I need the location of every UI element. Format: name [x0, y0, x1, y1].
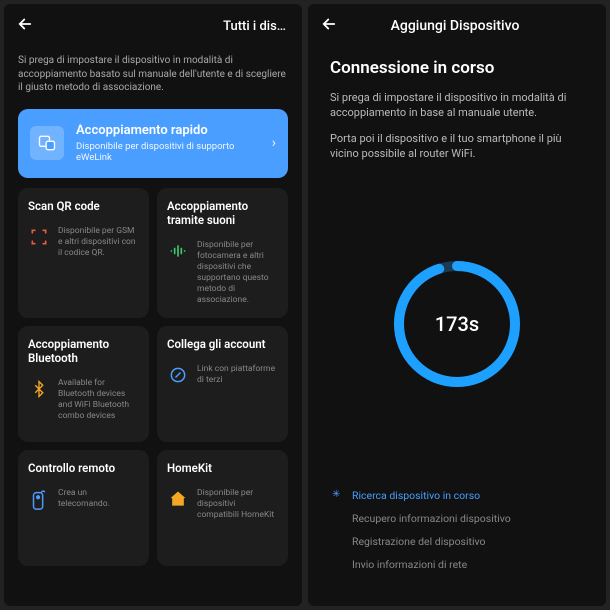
steps-list: Ricerca dispositivo in corso Recupero in…: [330, 484, 584, 596]
qr-icon: [28, 226, 50, 247]
header-title: Aggiungi Dispositivo: [308, 18, 606, 34]
option-remote[interactable]: Controllo remoto Crea un telecomando.: [18, 450, 149, 566]
intro-text: Si prega di impostare il dispositivo in …: [4, 48, 302, 105]
header-title[interactable]: Tutti i dis…: [40, 19, 290, 34]
remote-icon: [28, 488, 50, 511]
screen-connecting: Aggiungi Dispositivo Connessione in cors…: [308, 4, 606, 606]
option-desc: Disponibile per fotocamera e altri dispo…: [197, 240, 278, 306]
step-searching: Ricerca dispositivo in corso: [330, 484, 584, 507]
back-arrow-icon[interactable]: [320, 15, 344, 38]
option-desc: Available for Bluetooth devices and WiFi…: [58, 378, 139, 422]
progress-ring: 173s: [389, 256, 525, 392]
option-desc: Link con piattaforme di terzi: [197, 364, 278, 386]
option-title: Accoppiamento tramite suoni: [167, 200, 278, 228]
connecting-para1: Si prega di impostare il dispositivo in …: [330, 90, 584, 121]
quick-pairing-sub: Disponibile per dispositivi di supporto …: [76, 141, 260, 165]
option-homekit[interactable]: HomeKit Disponibile per dispositivi comp…: [157, 450, 288, 566]
quick-pairing-icon: [30, 126, 64, 160]
header: Tutti i dis…: [4, 4, 302, 48]
sound-icon: [167, 240, 189, 261]
progress-ring-wrap: 173s: [330, 178, 584, 470]
step-send-network: Invio informazioni di rete: [330, 553, 584, 576]
connecting-para2: Porta poi il dispositivo e il tuo smartp…: [330, 131, 584, 162]
option-title: Scan QR code: [28, 200, 139, 214]
option-sound[interactable]: Accoppiamento tramite suoni Disponibile …: [157, 188, 288, 318]
quick-pairing-card[interactable]: Accoppiamento rapido Disponibile per dis…: [18, 109, 288, 179]
option-bluetooth[interactable]: Accoppiamento Bluetooth Available for Bl…: [18, 326, 149, 442]
chevron-right-icon: ›: [272, 135, 276, 151]
option-title: HomeKit: [167, 462, 278, 476]
home-icon: [167, 488, 189, 509]
link-icon: [167, 364, 189, 385]
option-qr[interactable]: Scan QR code Disponibile per GSM e altri…: [18, 188, 149, 318]
quick-pairing-text: Accoppiamento rapido Disponibile per dis…: [76, 123, 260, 165]
options-grid: Scan QR code Disponibile per GSM e altri…: [4, 188, 302, 580]
option-desc: Disponibile per dispositivi compatibili …: [197, 488, 278, 521]
bluetooth-icon: [28, 378, 50, 399]
quick-pairing-title: Accoppiamento rapido: [76, 123, 260, 138]
option-desc: Crea un telecomando.: [58, 488, 139, 510]
step-register: Registrazione del dispositivo: [330, 530, 584, 553]
back-arrow-icon[interactable]: [16, 15, 40, 38]
screen-add-device-methods: Tutti i dis… Si prega di impostare il di…: [4, 4, 302, 606]
step-retrieve-info: Recupero informazioni dispositivo: [330, 507, 584, 530]
option-title: Accoppiamento Bluetooth: [28, 338, 139, 366]
option-desc: Disponibile per GSM e altri dispositivi …: [58, 226, 139, 259]
connecting-heading: Connessione in corso: [330, 58, 584, 78]
option-title: Controllo remoto: [28, 462, 139, 476]
option-link-account[interactable]: Collega gli account Link con piattaforme…: [157, 326, 288, 442]
header: Aggiungi Dispositivo: [308, 4, 606, 48]
option-title: Collega gli account: [167, 338, 278, 352]
